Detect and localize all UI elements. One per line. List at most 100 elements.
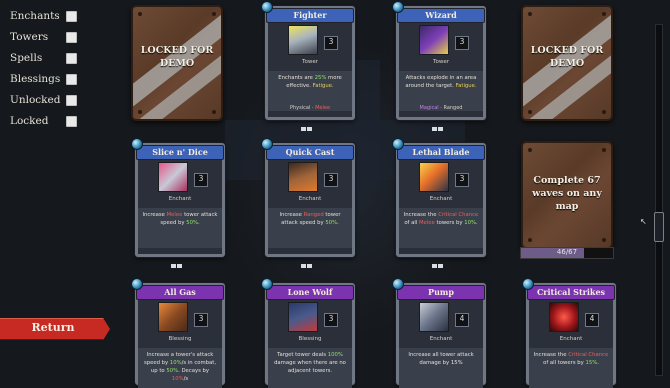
gem-icon	[392, 138, 404, 150]
tag: Melee	[315, 105, 331, 111]
caster-face-icon	[288, 162, 318, 192]
desc-highlight: 15%	[585, 359, 598, 366]
filter-label: Unlocked	[10, 94, 61, 106]
filter-label: Locked	[10, 115, 49, 127]
card-description: Increase the Critical Chance of all Mele…	[399, 208, 483, 248]
card-wizard[interactable]: Wizard 3 Tower Attacks explode in an are…	[392, 1, 486, 131]
flaming-blade-icon	[419, 162, 449, 192]
desc-text: .	[476, 219, 478, 226]
filter-locked[interactable]: Locked	[10, 115, 77, 131]
card-description: Increase all tower attack damage by 15%	[399, 348, 483, 388]
card-title-banner: Critical Strikes	[527, 285, 615, 300]
card-description: Increase a tower's attack speed by 10%/s…	[138, 348, 222, 388]
desc-highlight: 100%	[327, 352, 343, 358]
scrollbar-track[interactable]	[655, 24, 663, 376]
desc-highlight: 10%	[464, 219, 476, 226]
rivet	[602, 148, 606, 152]
card-type: Enchant	[429, 196, 453, 202]
rivet	[602, 12, 606, 16]
cost-badge: 3	[324, 36, 338, 50]
card-critical-strikes[interactable]: Critical Strikes 4 Enchant Increase the …	[522, 278, 616, 388]
cost-badge: 3	[324, 313, 338, 327]
desc-highlight: Fatigue.	[455, 82, 477, 89]
rivet	[138, 12, 142, 16]
rivet	[138, 110, 142, 114]
desc-highlight: Melee	[166, 212, 183, 218]
card-all-gas[interactable]: All Gas 3 Blessing Increase a tower's at…	[131, 278, 225, 388]
card-tags: Physical · Melee	[268, 105, 352, 111]
cost-badge: 3	[194, 173, 208, 187]
desc-text: of all towers by	[543, 359, 586, 366]
desc-text: towers by	[434, 219, 465, 226]
rivet	[602, 238, 606, 242]
card-fighter[interactable]: Fighter 3 Tower Enchants are 25% more ef…	[261, 1, 355, 131]
return-button[interactable]: Return	[0, 318, 110, 340]
card-title-banner: Slice n' Dice	[136, 145, 224, 160]
card-cost: 4	[589, 314, 595, 323]
card-pump[interactable]: Pump 4 Enchant Increase all tower attack…	[392, 278, 486, 388]
card-lethal-blade[interactable]: Lethal Blade 3 Enchant Increase the Crit…	[392, 138, 486, 268]
filter-checkbox[interactable]	[66, 95, 77, 106]
rivet	[602, 110, 606, 114]
card-lone-wolf[interactable]: Lone Wolf 3 Blessing Target tower deals …	[261, 278, 355, 388]
desc-text: .	[197, 219, 200, 226]
cost-badge: 3	[324, 173, 338, 187]
locked-text: LOCKED FOR DEMO	[140, 45, 214, 69]
rivet	[528, 12, 532, 16]
card-title-banner: Lone Wolf	[266, 285, 354, 300]
locked-card[interactable]: LOCKED FOR DEMO	[131, 5, 223, 121]
filter-label: Blessings	[10, 73, 61, 85]
card-title: Wizard	[425, 10, 457, 20]
desc-highlight: Ranged	[303, 212, 324, 218]
filter-checkbox[interactable]	[66, 32, 77, 43]
rivet	[528, 148, 532, 152]
desc-highlight: Critical Chance	[568, 352, 609, 358]
desc-text: Increase the	[403, 212, 439, 218]
gem-icon	[392, 278, 404, 290]
desc-text: .	[597, 359, 599, 366]
rivet	[528, 238, 532, 242]
card-tags: Magical · Ranged	[399, 105, 483, 111]
return-label: Return	[31, 321, 75, 334]
cost-badge: 4	[585, 313, 599, 327]
filter-spells[interactable]: Spells	[10, 52, 77, 68]
locked-card[interactable]: LOCKED FOR DEMO	[521, 5, 613, 121]
card-slice-n-dice[interactable]: Slice n' Dice 3 Enchant Increase Melee t…	[131, 138, 225, 268]
filter-unlocked[interactable]: Unlocked	[10, 94, 77, 110]
card-type: Enchant	[298, 196, 322, 202]
gem-icon	[131, 138, 143, 150]
filter-enchants[interactable]: Enchants	[10, 10, 77, 26]
sword-icon	[158, 162, 188, 192]
locked-card[interactable]: Complete 67 waves on any map	[521, 141, 613, 249]
desc-highlight: Melee	[418, 219, 435, 226]
card-pips	[301, 116, 319, 131]
filter-blessings[interactable]: Blessings	[10, 73, 77, 89]
desc-highlight: Critical Chance	[438, 212, 479, 218]
filter-checkbox[interactable]	[66, 74, 77, 85]
filter-checkbox[interactable]	[66, 53, 77, 64]
card-description: Increase the Critical Chance of all towe…	[529, 348, 613, 388]
fighter-helmet-icon	[288, 25, 318, 55]
filter-checkbox[interactable]	[66, 116, 77, 127]
desc-text: Target tower deals	[277, 352, 328, 358]
card-title-banner: Lethal Blade	[397, 145, 485, 160]
unlock-requirement-text: Complete 67 waves on any map	[532, 175, 602, 212]
filter-checkbox[interactable]	[66, 11, 77, 22]
scrollbar-thumb[interactable]	[654, 212, 664, 242]
gem-icon	[131, 278, 143, 290]
cost-badge: 3	[455, 36, 469, 50]
card-title-banner: Quick Cast	[266, 145, 354, 160]
desc-highlight: 25%	[314, 75, 327, 81]
card-cost: 3	[328, 37, 334, 46]
card-cost: 4	[459, 314, 465, 323]
card-quick-cast[interactable]: Quick Cast 3 Enchant Increase Ranged tow…	[261, 138, 355, 268]
desc-text: . Decays by	[178, 367, 210, 374]
desc-highlight: 10%	[171, 375, 184, 382]
card-title: All Gas	[164, 287, 196, 297]
filter-towers[interactable]: Towers	[10, 31, 77, 47]
card-cost: 3	[198, 314, 204, 323]
pump-icon	[419, 302, 449, 332]
card-type: Enchant	[429, 336, 453, 342]
unlock-progress-bar: 46/67	[520, 247, 614, 259]
card-type: Tower	[433, 59, 449, 65]
